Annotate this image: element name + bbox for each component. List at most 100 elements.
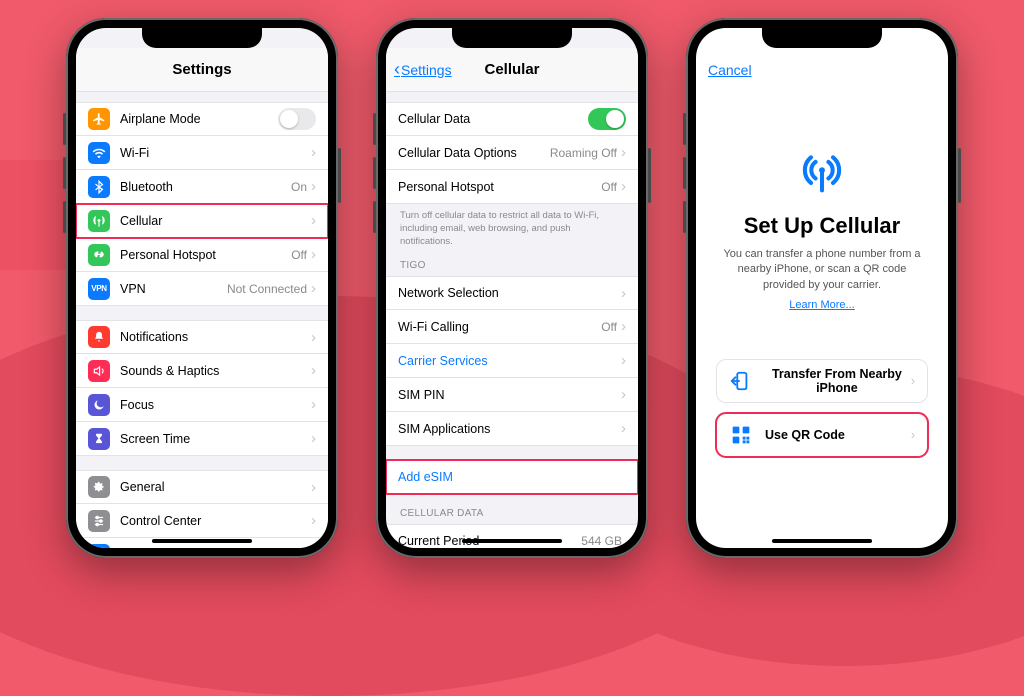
toggle[interactable] — [588, 108, 626, 130]
row-bluetooth[interactable]: BluetoothOn › — [76, 170, 328, 204]
cell-label: Screen Time — [120, 432, 311, 446]
learn-more-link[interactable]: Learn More... — [789, 299, 854, 311]
row-airplane[interactable]: Airplane Mode — [76, 102, 328, 136]
cell-label: Cellular — [120, 214, 311, 228]
back-label: Settings — [401, 62, 452, 78]
bell-icon — [88, 326, 110, 348]
chevron-right-icon: › — [311, 246, 316, 263]
row-cellular[interactable]: Cellular› — [76, 204, 328, 238]
back-button[interactable]: ‹ Settings — [394, 59, 452, 80]
transfer-from-iphone-button[interactable]: Transfer From Nearby iPhone › — [716, 359, 928, 403]
group-footer: Turn off cellular data to restrict all d… — [386, 204, 638, 248]
row-sim-apps[interactable]: SIM Applications› — [386, 412, 638, 446]
cell-label: VPN — [120, 282, 227, 296]
chevron-right-icon: › — [311, 144, 316, 161]
chevron-right-icon: › — [311, 512, 316, 529]
home-indicator[interactable] — [462, 539, 562, 543]
chevron-right-icon: › — [621, 386, 626, 403]
cell-value: On — [291, 180, 307, 194]
cell-label: Display & Brightness — [120, 548, 311, 549]
chevron-right-icon: › — [311, 479, 316, 496]
hourglass-icon — [88, 428, 110, 450]
row-notifications[interactable]: Notifications› — [76, 320, 328, 354]
cell-value: Not Connected — [227, 282, 307, 296]
setup-body: You can transfer a phone number from a n… — [716, 247, 928, 293]
cell-label: Bluetooth — [120, 180, 291, 194]
row-cellular-data[interactable]: Cellular Data — [386, 102, 638, 136]
cancel-button[interactable]: Cancel — [708, 62, 752, 78]
cell-label: Cellular Data Options — [398, 146, 550, 160]
row-current-period[interactable]: Current Period544 GB — [386, 524, 638, 548]
plane-icon — [88, 108, 110, 130]
chevron-right-icon: › — [311, 430, 316, 447]
row-personal-hotspot[interactable]: Personal HotspotOff› — [386, 170, 638, 204]
cell-value: Off — [291, 248, 307, 262]
home-indicator[interactable] — [152, 539, 252, 543]
row-hotspot[interactable]: Personal HotspotOff › — [76, 238, 328, 272]
speaker-icon — [88, 360, 110, 382]
cell-label: Carrier Services — [398, 354, 621, 368]
nav-bar: Cancel — [696, 48, 948, 92]
use-qr-code-button[interactable]: Use QR Code › — [716, 413, 928, 457]
cell-value: 544 GB — [581, 534, 622, 548]
chevron-right-icon: › — [311, 280, 316, 297]
chevron-right-icon: › — [621, 178, 626, 195]
cell-label: Cellular Data — [398, 112, 588, 126]
row-wifi[interactable]: Wi-Fi› — [76, 136, 328, 170]
row-cellular-options[interactable]: Cellular Data OptionsRoaming Off › — [386, 136, 638, 170]
row-wifi-calling[interactable]: Wi-Fi CallingOff› — [386, 310, 638, 344]
option-label: Transfer From Nearby iPhone — [763, 367, 911, 395]
chevron-right-icon: › — [621, 420, 626, 437]
chevron-right-icon: › — [621, 352, 626, 369]
nav-bar: ‹ Settings Cellular — [386, 48, 638, 92]
qr-code-icon — [729, 423, 753, 447]
cell-label: SIM Applications — [398, 422, 621, 436]
chevron-right-icon: › — [621, 285, 626, 302]
cell-label: Wi-Fi Calling — [398, 320, 601, 334]
cell-label: Personal Hotspot — [398, 180, 601, 194]
row-control-center[interactable]: Control Center› — [76, 504, 328, 538]
cell-label: Sounds & Haptics — [120, 364, 311, 378]
row-sim-pin[interactable]: SIM PIN› — [386, 378, 638, 412]
toggle[interactable] — [278, 108, 316, 130]
chevron-right-icon: › — [911, 374, 915, 388]
cellular-antenna-icon — [800, 150, 844, 199]
cell-label: Notifications — [120, 330, 311, 344]
option-label: Use QR Code — [765, 428, 845, 442]
text-icon: AA — [88, 544, 110, 549]
chevron-right-icon: › — [311, 329, 316, 346]
chevron-right-icon: › — [621, 144, 626, 161]
cell-label: Personal Hotspot — [120, 248, 291, 262]
vpn-icon: VPN — [88, 278, 110, 300]
phone-settings: Settings Airplane ModeWi-Fi›BluetoothOn›… — [66, 18, 338, 558]
chevron-right-icon: › — [621, 318, 626, 335]
row-add-esim[interactable]: Add eSIM — [386, 460, 638, 494]
chevron-right-icon: › — [311, 178, 316, 195]
wifi-icon — [88, 142, 110, 164]
row-network-selection[interactable]: Network Selection› — [386, 276, 638, 310]
chevron-right-icon: › — [911, 428, 915, 442]
group-header: TIGO — [386, 258, 638, 276]
row-focus[interactable]: Focus› — [76, 388, 328, 422]
bt-icon — [88, 176, 110, 198]
cell-label: Control Center — [120, 514, 311, 528]
sliders-icon — [88, 510, 110, 532]
home-indicator[interactable] — [772, 539, 872, 543]
cell-label: Airplane Mode — [120, 112, 278, 126]
row-sounds[interactable]: Sounds & Haptics› — [76, 354, 328, 388]
nav-title: Settings — [172, 61, 231, 78]
transfer-icon — [729, 369, 751, 393]
chevron-right-icon: › — [311, 546, 316, 548]
cell-label: Wi-Fi — [120, 146, 311, 160]
row-vpn[interactable]: VPNVPNNot Connected› — [76, 272, 328, 306]
chevron-right-icon: › — [311, 212, 316, 229]
group-header: CELLULAR DATA — [386, 506, 638, 524]
cell-label: Network Selection — [398, 286, 621, 300]
row-general[interactable]: General› — [76, 470, 328, 504]
cell-value: Roaming Off — [550, 146, 617, 160]
cell-label: Add eSIM — [398, 470, 626, 484]
row-carrier-services[interactable]: Carrier Services› — [386, 344, 638, 378]
row-screentime[interactable]: Screen Time› — [76, 422, 328, 456]
antenna-icon — [88, 210, 110, 232]
setup-title: Set Up Cellular — [744, 213, 900, 239]
